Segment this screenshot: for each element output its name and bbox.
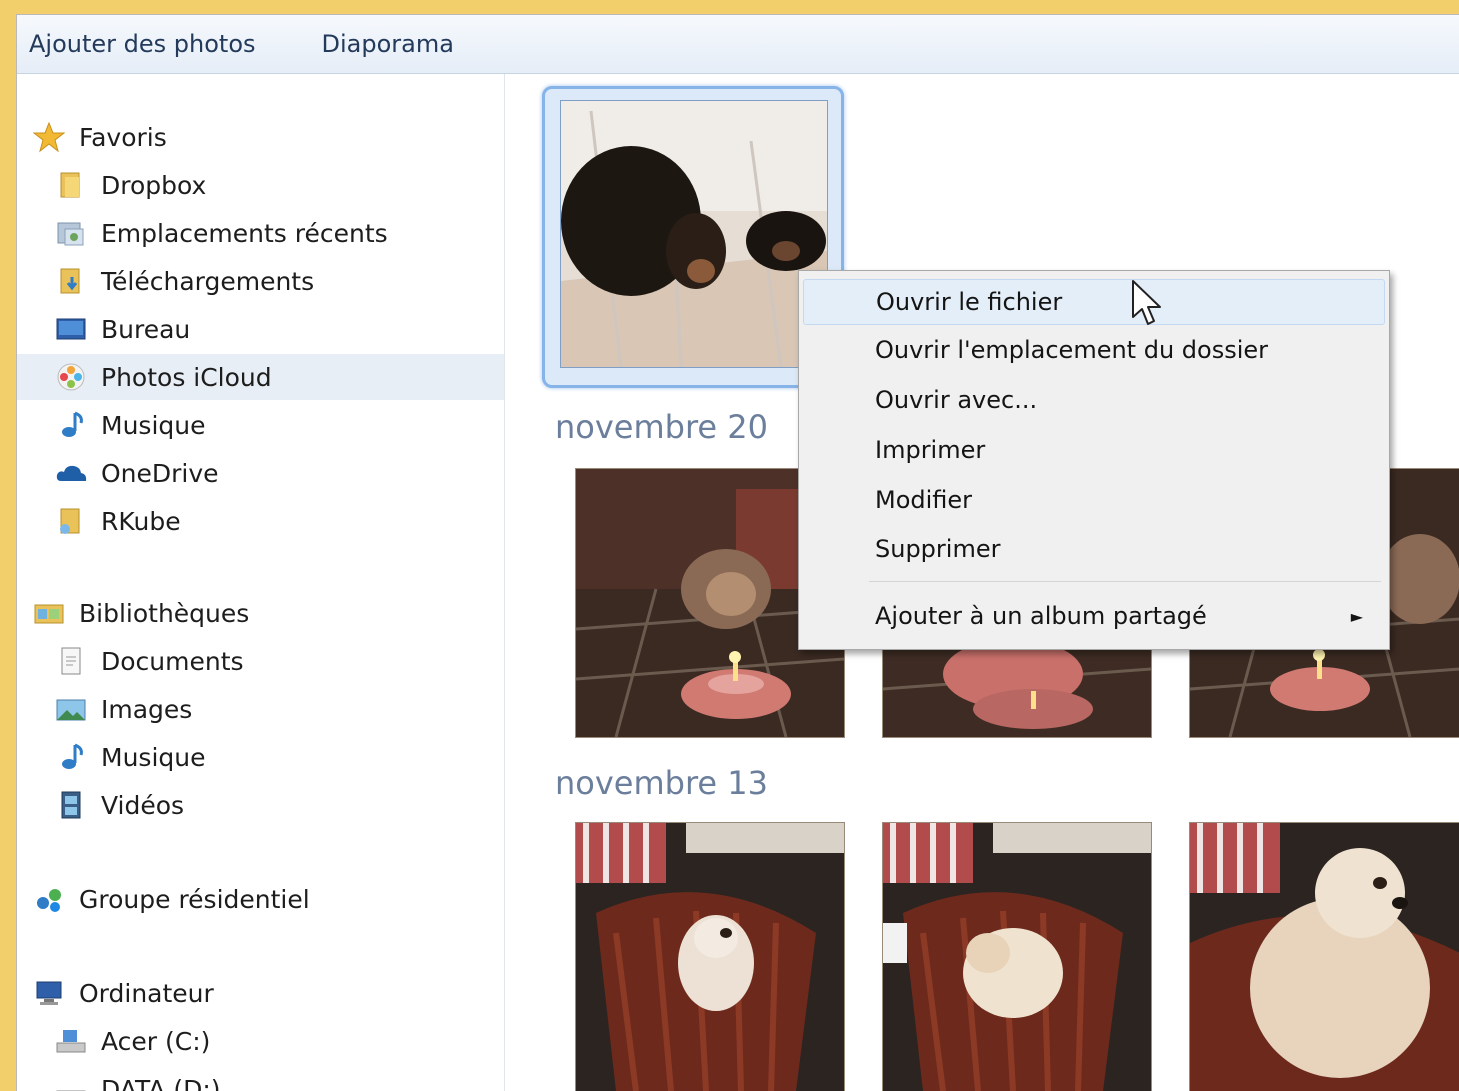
menu-item-edit[interactable]: Modifier — [803, 478, 1385, 522]
sidebar-item-label: Musique — [101, 411, 205, 440]
desktop-icon — [53, 311, 89, 347]
homegroup-icon — [31, 881, 67, 917]
sidebar-item-label: Ordinateur — [79, 979, 214, 1008]
photo-thumbnail[interactable] — [882, 822, 1152, 1091]
icloud-photos-icon — [53, 359, 89, 395]
sidebar-item-label: Vidéos — [101, 791, 184, 820]
sidebar-item-label: Photos iCloud — [101, 363, 272, 392]
menu-item-open-with[interactable]: Ouvrir avec... — [803, 378, 1385, 422]
libraries-icon — [31, 595, 67, 631]
photo-thumbnail[interactable] — [560, 100, 828, 368]
documents-icon — [53, 643, 89, 679]
sidebar-item-dropbox[interactable]: Dropbox — [53, 162, 206, 208]
images-icon — [53, 691, 89, 727]
music-icon — [53, 407, 89, 443]
sidebar-item-icloud-photos[interactable]: Photos iCloud — [17, 354, 504, 400]
navigation-pane: Favoris Dropbox Emplacements récents Tél… — [17, 74, 505, 1091]
sidebar-item-favorites[interactable]: Favoris — [31, 114, 167, 160]
photos-window: Ajouter des photos Diaporama Favoris Dro… — [16, 14, 1459, 1091]
sidebar-item-library-music[interactable]: Musique — [53, 734, 205, 780]
videos-icon — [53, 787, 89, 823]
group-title: novembre 13 — [555, 764, 768, 802]
menu-item-open-file[interactable]: Ouvrir le fichier — [803, 279, 1385, 325]
photo-thumbnail[interactable] — [575, 822, 845, 1091]
submenu-arrow-icon: ► — [1351, 607, 1363, 626]
add-photos-button[interactable]: Ajouter des photos — [17, 30, 268, 58]
sidebar-item-label: Téléchargements — [101, 267, 314, 296]
sidebar-item-label: Bibliothèques — [79, 599, 249, 628]
sidebar-item-images[interactable]: Images — [53, 686, 192, 732]
toolbar: Ajouter des photos Diaporama — [17, 15, 1459, 74]
sidebar-item-music[interactable]: Musique — [53, 402, 205, 448]
sidebar-item-drive-d[interactable]: DATA (D:) — [53, 1066, 221, 1091]
folder-icon — [53, 503, 89, 539]
sidebar-item-label: Musique — [101, 743, 205, 772]
sidebar-item-label: RKube — [101, 507, 181, 536]
sidebar-item-desktop[interactable]: Bureau — [53, 306, 190, 352]
sidebar-item-label: OneDrive — [101, 459, 219, 488]
sidebar-item-label: Emplacements récents — [101, 219, 388, 248]
mouse-cursor-icon — [1131, 279, 1167, 329]
sidebar-item-libraries[interactable]: Bibliothèques — [31, 590, 249, 636]
sidebar-item-videos[interactable]: Vidéos — [53, 782, 184, 828]
sidebar-item-label: Acer (C:) — [101, 1027, 210, 1056]
computer-icon — [31, 975, 67, 1011]
menu-item-delete[interactable]: Supprimer — [803, 527, 1385, 571]
sidebar-item-label: DATA (D:) — [101, 1075, 221, 1091]
sidebar-item-label: Bureau — [101, 315, 190, 344]
menu-item-add-to-shared-album[interactable]: Ajouter à un album partagé ► — [803, 594, 1385, 638]
music-icon — [53, 739, 89, 775]
sidebar-item-label: Dropbox — [101, 171, 206, 200]
slideshow-button[interactable]: Diaporama — [310, 30, 466, 58]
downloads-icon — [53, 263, 89, 299]
menu-separator — [869, 581, 1381, 582]
menu-item-open-folder-location[interactable]: Ouvrir l'emplacement du dossier — [803, 328, 1385, 372]
sidebar-item-drive-c[interactable]: Acer (C:) — [53, 1018, 210, 1064]
sidebar-item-computer[interactable]: Ordinateur — [31, 970, 214, 1016]
menu-item-label: Ajouter à un album partagé — [875, 602, 1207, 630]
recent-places-icon — [53, 215, 89, 251]
sidebar-item-documents[interactable]: Documents — [53, 638, 244, 684]
drive-icon — [53, 1071, 89, 1091]
sidebar-item-label: Documents — [101, 647, 244, 676]
context-menu: Ouvrir le fichier Ouvrir l'emplacement d… — [798, 270, 1390, 650]
sidebar-item-label: Favoris — [79, 123, 167, 152]
star-icon — [31, 119, 67, 155]
sidebar-item-label: Groupe résidentiel — [79, 885, 310, 914]
sidebar-item-homegroup[interactable]: Groupe résidentiel — [31, 876, 310, 922]
folder-icon — [53, 167, 89, 203]
group-title: novembre 20 — [555, 408, 768, 446]
drive-icon — [53, 1023, 89, 1059]
sidebar-item-onedrive[interactable]: OneDrive — [53, 450, 219, 496]
sidebar-item-recent-places[interactable]: Emplacements récents — [53, 210, 388, 256]
sidebar-item-label: Images — [101, 695, 192, 724]
sidebar-item-rkube[interactable]: RKube — [53, 498, 181, 544]
menu-item-print[interactable]: Imprimer — [803, 428, 1385, 472]
onedrive-icon — [53, 455, 89, 491]
sidebar-item-downloads[interactable]: Téléchargements — [53, 258, 314, 304]
photo-thumbnail[interactable] — [1189, 822, 1459, 1091]
